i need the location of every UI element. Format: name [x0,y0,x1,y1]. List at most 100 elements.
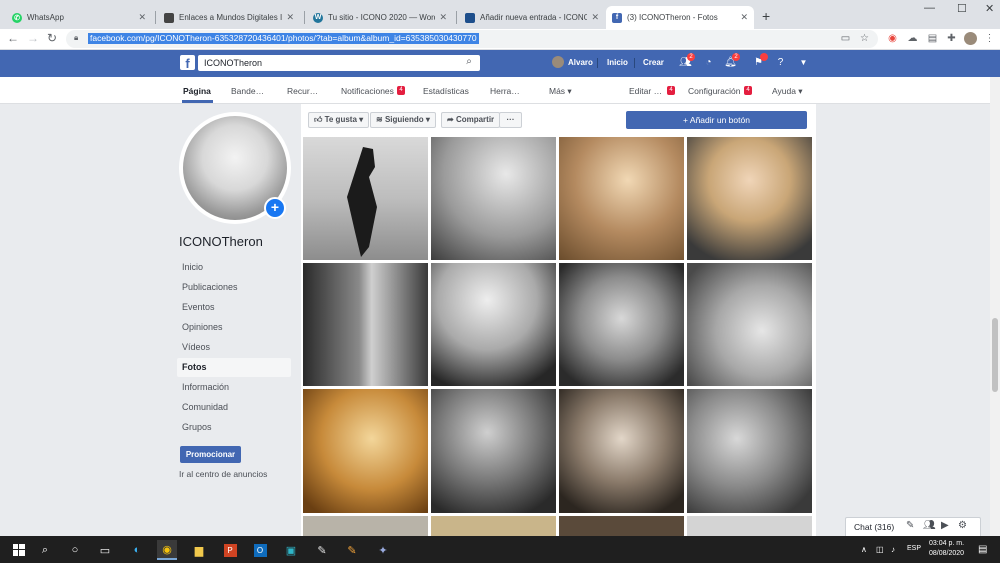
sidebar-item-photos[interactable]: Fotos [177,358,291,377]
sidebar-item-home[interactable]: Inicio [177,258,291,277]
close-icon[interactable]: ✕ [439,12,447,23]
tab-enlaces[interactable]: Enlaces a Mundos Digitales ICON ✕ [158,6,300,29]
maximize-button[interactable]: ☐ [957,2,967,15]
sidebar-item-groups[interactable]: Grupos [177,418,291,437]
puzzle-icon[interactable]: ✚ [945,32,958,45]
close-icon[interactable]: ✕ [138,12,146,23]
edge-icon[interactable]: ◐ [127,540,147,560]
photo-thumbnail[interactable] [303,389,428,513]
chat-label[interactable]: Chat (316) [854,522,894,532]
video-call-icon[interactable]: ▶ [941,520,949,531]
app-icon[interactable]: ✎ [342,540,362,560]
notifications-center-icon[interactable]: ▤ [978,544,987,555]
photo-thumbnail[interactable] [687,389,812,513]
tab-more[interactable]: Más ▾ [549,86,572,97]
promote-button[interactable]: Promocionar [180,446,241,463]
home-link[interactable]: Inicio [607,58,628,67]
tab-tools[interactable]: Herra… [490,86,520,96]
messenger-icon[interactable]: ◔ [702,56,715,69]
scrollbar-track[interactable] [990,77,1000,540]
facebook-logo-icon[interactable]: f [180,55,195,71]
outlook-icon[interactable]: O [250,540,270,560]
chrome-icon[interactable]: ◉ [157,540,177,560]
photo-thumbnail[interactable] [559,516,684,536]
photo-thumbnail[interactable] [559,263,684,386]
photo-thumbnail[interactable] [559,137,684,260]
app-icon[interactable]: ✦ [373,540,393,560]
file-explorer-icon[interactable]: ▆ [189,540,209,560]
powerpoint-icon[interactable]: P [220,540,240,560]
clock[interactable]: 03:04 p. m. 08/08/2020 [929,539,964,559]
photo-thumbnail[interactable] [687,263,812,386]
close-window-button[interactable]: ✕ [985,2,994,15]
sidebar-item-community[interactable]: Comunidad [177,398,291,417]
star-icon[interactable]: ☆ [858,32,871,45]
sidebar-item-posts[interactable]: Publicaciones [177,278,291,297]
like-button[interactable]: 👍︎ Te gusta ▾ [308,112,370,128]
tab-edit-page[interactable]: Editar … [629,86,662,96]
compose-icon[interactable]: ✎ [906,520,914,531]
tab-inbox[interactable]: Bande… [231,86,264,96]
app-icon[interactable]: ▣ [281,540,301,560]
network-icon[interactable]: ◫ [876,545,884,554]
photo-thumbnail[interactable] [431,137,556,260]
share-button[interactable]: ➦ Compartir [441,112,501,128]
tab-whatsapp[interactable]: ✆ WhatsApp ✕ [6,6,152,29]
tab-help[interactable]: Ayuda ▾ [772,86,803,97]
photo-thumbnail[interactable] [431,263,556,386]
task-view-icon[interactable]: ▭ [95,540,115,560]
ads-center-link[interactable]: Ir al centro de anuncios [179,469,267,479]
tab-facebook[interactable]: f (3) ICONOTheron - Fotos ✕ [606,6,754,29]
tab-new-post[interactable]: Añadir nueva entrada - ICONO 2 ✕ [459,6,605,29]
create-link[interactable]: Crear [643,58,664,67]
lock-icon[interactable]: 🔒︎ [74,33,78,43]
back-arrow-icon[interactable]: ← [7,31,19,45]
menu-dots-icon[interactable]: ⋮ [983,32,996,45]
minimize-button[interactable]: — [924,2,935,14]
sidebar-item-reviews[interactable]: Opiniones [177,318,291,337]
new-tab-button[interactable]: + [762,8,770,24]
tab-notifications[interactable]: Notificaciones [341,86,394,96]
profile-avatar-icon[interactable] [964,32,977,45]
close-icon[interactable]: ✕ [740,12,748,23]
help-icon[interactable]: ? [774,56,787,69]
tab-wordpress[interactable]: W Tu sitio - ICONO 2020 — WordP ✕ [307,6,453,29]
photo-thumbnail[interactable] [687,516,812,536]
avatar[interactable] [552,56,564,68]
user-name-link[interactable]: Alvaro [568,58,593,67]
url-text[interactable]: facebook.com/pg/ICONOTheron-635328720436… [88,33,479,44]
extension-icon[interactable]: ▤ [926,32,939,45]
tab-settings[interactable]: Configuración [688,86,740,96]
gear-icon[interactable]: ⚙ [958,520,967,531]
language-indicator[interactable]: ESP [907,545,921,552]
cloud-icon[interactable]: ☁ [906,32,919,45]
photo-thumbnail[interactable] [303,516,428,536]
forward-arrow-icon[interactable]: → [27,31,39,45]
close-icon[interactable]: ✕ [286,12,294,23]
search-icon[interactable]: ⌕ [459,56,479,67]
tab-page[interactable]: Página [183,86,211,96]
add-button[interactable]: + Añadir un botón [626,111,807,129]
sidebar-item-events[interactable]: Eventos [177,298,291,317]
scrollbar-thumb[interactable] [992,318,998,392]
page-title[interactable]: ICONOTheron [179,234,263,249]
account-menu-chevron-down-icon[interactable]: ▼ [797,56,810,69]
tab-insights[interactable]: Estadísticas [423,86,469,96]
photo-thumbnail[interactable] [431,389,556,513]
photo-thumbnail[interactable] [431,516,556,536]
reload-icon[interactable]: ↻ [47,31,57,45]
more-options-button[interactable]: ··· [499,112,522,128]
photo-thumbnail[interactable] [303,263,428,386]
tab-resources[interactable]: Recur… [287,86,318,96]
tray-chevron-up-icon[interactable]: ∧ [861,545,867,554]
cortana-icon[interactable]: ○ [65,540,85,560]
sidebar-item-videos[interactable]: Vídeos [177,338,291,357]
photo-thumbnail[interactable] [303,137,428,260]
following-button[interactable]: ≋ Siguiendo ▾ [370,112,436,128]
paint-icon[interactable]: ✎ [312,540,332,560]
windows-start-icon[interactable] [9,540,29,560]
sidebar-item-about[interactable]: Información [177,378,291,397]
cast-icon[interactable]: ▭ [839,32,852,45]
search-icon[interactable]: ⌕ [35,540,55,560]
new-group-icon[interactable]: 👥︎ [923,520,936,531]
